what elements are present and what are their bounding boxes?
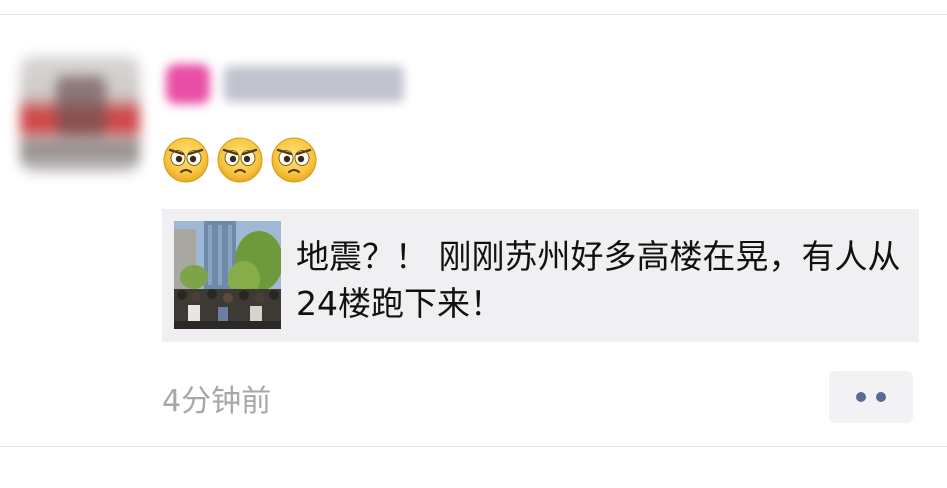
shared-link-thumbnail: [174, 221, 281, 329]
shared-link-card[interactable]: 地震？！ 刚刚苏州好多高楼在晃，有人从24楼跑下来！: [162, 209, 919, 342]
nickname-blurred[interactable]: [160, 58, 410, 110]
avatar[interactable]: [20, 56, 140, 172]
angry-face-icon: [217, 137, 263, 183]
emoji-row: [162, 136, 318, 184]
angry-face-icon: [271, 137, 317, 183]
angry-face-icon: [163, 137, 209, 183]
more-dots-icon: [856, 392, 866, 402]
top-divider: [0, 14, 947, 15]
moments-post: 地震？！ 刚刚苏州好多高楼在晃，有人从24楼跑下来！ 4分钟前: [0, 0, 947, 488]
post-time: 4分钟前: [162, 384, 272, 419]
bottom-divider: [0, 446, 947, 447]
more-button[interactable]: [829, 371, 913, 423]
more-dots-icon: [876, 392, 886, 402]
shared-link-title: 地震？！ 刚刚苏州好多高楼在晃，有人从24楼跑下来！: [296, 237, 901, 323]
